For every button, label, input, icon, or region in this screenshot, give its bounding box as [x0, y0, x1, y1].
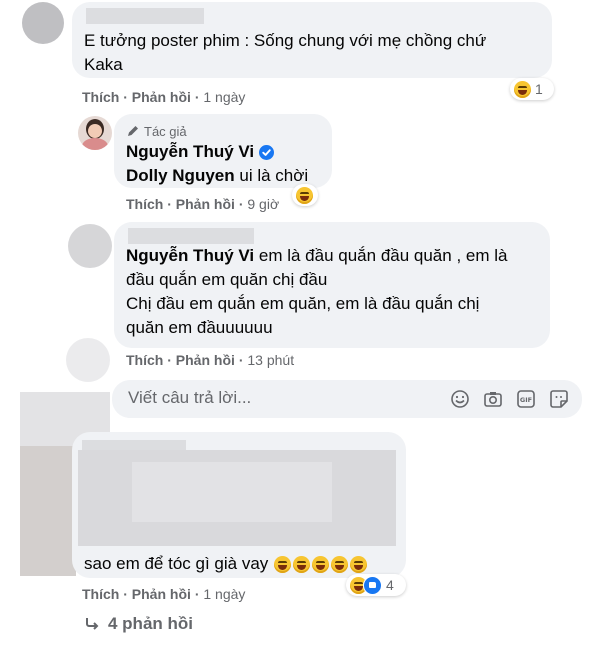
blurred-avatar: [20, 446, 76, 576]
author-badge: Tác giả: [126, 122, 320, 140]
reply-author-row: Nguyễn Thuý Vi: [126, 140, 320, 164]
reaction-count: 1: [535, 81, 543, 97]
reply-text-line4: quăn em đầuuuuuu: [126, 318, 273, 337]
laughing-emoji-icon: [296, 186, 313, 204]
reply-button[interactable]: Phản hồi: [176, 352, 235, 368]
laughing-emoji-icon: [293, 555, 311, 573]
svg-text:GIF: GIF: [520, 396, 532, 404]
reaction-summary[interactable]: 4: [346, 574, 406, 596]
view-replies-link[interactable]: 4 phản hồi: [84, 614, 193, 634]
laughing-emoji-icon: [514, 80, 531, 98]
reply-input[interactable]: Viết câu trả lời...: [128, 388, 251, 408]
laughing-emoji-icon: [274, 555, 292, 573]
comment-actions: Thích · Phản hồi · 1 ngày: [82, 586, 246, 602]
reply-input-box[interactable]: Viết câu trả lời... GIF: [112, 380, 582, 418]
like-button[interactable]: Thích: [126, 352, 163, 368]
reply-actions: Thích · Phản hồi · 13 phút: [126, 352, 295, 368]
like-reaction-icon: [363, 575, 382, 595]
reaction-summary[interactable]: [292, 184, 318, 206]
author-avatar[interactable]: [78, 116, 112, 150]
verified-badge-icon: [259, 144, 275, 160]
reply-button[interactable]: Phản hồi: [176, 196, 235, 212]
timestamp[interactable]: 9 giờ: [247, 196, 279, 212]
timestamp[interactable]: 13 phút: [247, 352, 294, 368]
commenter-avatar[interactable]: [22, 2, 64, 44]
pencil-icon: [128, 126, 138, 136]
mention-link[interactable]: Dolly Nguyen: [126, 166, 235, 185]
emoji-icon[interactable]: [450, 389, 470, 409]
blurred-author-name: [82, 440, 186, 450]
comment-text-line2: Kaka: [84, 55, 123, 74]
like-button[interactable]: Thích: [126, 196, 163, 212]
reply-text: em là đầu quắn đầu quăn , em là: [258, 246, 508, 265]
laughing-emoji-icon: [350, 555, 368, 573]
comment-text: sao em để tóc gì già vay: [84, 552, 368, 576]
camera-icon[interactable]: [483, 389, 503, 409]
reaction-count: 4: [386, 577, 394, 593]
reply-button[interactable]: Phản hồi: [132, 586, 191, 602]
mention-link[interactable]: Nguyễn Thuý Vi: [126, 246, 254, 265]
laughing-emoji-icon: [312, 555, 330, 573]
reply-bubble: Nguyễn Thuý Vi em là đầu quắn đầu quăn ,…: [114, 222, 550, 348]
timestamp[interactable]: 1 ngày: [203, 586, 245, 602]
replier-avatar[interactable]: [68, 224, 112, 268]
my-avatar: [66, 338, 110, 382]
comment-actions: Thích · Phản hồi · 1 ngày: [82, 89, 246, 105]
reply-button[interactable]: Phản hồi: [132, 89, 191, 105]
reply-text-line3: Chị đầu em quắn em quăn, em là đầu quắn …: [126, 294, 480, 313]
like-button[interactable]: Thích: [82, 586, 119, 602]
gif-icon[interactable]: GIF: [516, 389, 536, 409]
blurred-author-name: [128, 228, 254, 244]
reaction-summary[interactable]: 1: [510, 78, 554, 100]
author-name[interactable]: Nguyễn Thuý Vi: [126, 140, 254, 164]
sticker-icon[interactable]: [549, 389, 569, 409]
comment-bubble: sao em để tóc gì già vay: [72, 432, 406, 578]
comment-bubble: E tưởng poster phim : Sống chung với mẹ …: [72, 2, 552, 78]
blurred-image-part: [132, 462, 332, 522]
timestamp[interactable]: 1 ngày: [203, 89, 245, 105]
reply-text: ui là chời: [239, 166, 309, 185]
reply-bubble: Tác giả Nguyễn Thuý Vi Dolly Nguyen ui l…: [114, 114, 332, 188]
comment-text: E tưởng poster phim : Sống chung với mẹ …: [84, 31, 487, 50]
laughing-emoji-icon: [331, 555, 349, 573]
reply-actions: Thích · Phản hồi · 9 giờ: [126, 196, 280, 212]
like-button[interactable]: Thích: [82, 89, 119, 105]
reply-text-line2: đầu quắn em quăn chị đầu: [126, 270, 328, 289]
blurred-author-name: [86, 8, 204, 24]
reply-arrow-icon: [86, 618, 99, 630]
